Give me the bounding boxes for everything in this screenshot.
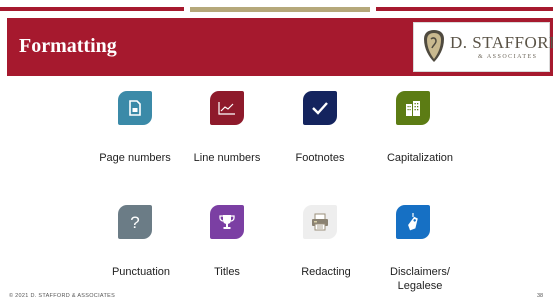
title-banner: Formatting D. STAFFORD & ASSOCIATES bbox=[7, 18, 553, 76]
page-numbers-tile[interactable] bbox=[118, 91, 152, 125]
accent-bar-middle bbox=[190, 7, 370, 12]
logo-name: D. STAFFORD bbox=[450, 33, 553, 52]
company-logo: D. STAFFORD & ASSOCIATES bbox=[413, 22, 553, 72]
page-numbers-label: Page numbers bbox=[99, 152, 171, 164]
accent-bar-right bbox=[376, 7, 553, 11]
capitalization-label: Capitalization bbox=[386, 152, 454, 164]
buildings-icon bbox=[406, 101, 420, 116]
trophy-icon bbox=[219, 215, 235, 229]
footnotes-tile[interactable] bbox=[303, 91, 337, 125]
checkmark-icon bbox=[312, 102, 328, 115]
capitalization-tile[interactable] bbox=[396, 91, 430, 125]
line-chart-icon bbox=[218, 102, 235, 115]
footer-copyright: © 2021 D. STAFFORD & ASSOCIATES bbox=[9, 293, 116, 299]
top-accent-bars bbox=[0, 7, 553, 15]
shield-icon bbox=[424, 30, 444, 62]
footer-page-number: 38 bbox=[537, 293, 544, 299]
footnotes-label: Footnotes bbox=[295, 152, 345, 164]
printer-icon bbox=[312, 213, 328, 231]
punctuation-tile[interactable]: ? bbox=[118, 205, 152, 239]
line-numbers-tile[interactable] bbox=[210, 91, 244, 125]
redacting-tile[interactable] bbox=[303, 205, 337, 239]
tag-icon bbox=[408, 213, 418, 231]
accent-bar-left bbox=[0, 7, 184, 11]
question-mark-icon: ? bbox=[130, 213, 139, 231]
line-numbers-label: Line numbers bbox=[193, 152, 261, 164]
svg-text:?: ? bbox=[130, 213, 139, 231]
logo-subtitle: & ASSOCIATES bbox=[478, 54, 538, 60]
disclaimers-label: Disclaimers/ Legalese bbox=[390, 266, 450, 292]
titles-label: Titles bbox=[214, 266, 240, 278]
document-icon bbox=[129, 100, 141, 116]
titles-tile[interactable] bbox=[210, 205, 244, 239]
disclaimers-tile[interactable] bbox=[396, 205, 430, 239]
redacting-label: Redacting bbox=[301, 266, 351, 278]
page-title: Formatting bbox=[19, 35, 117, 57]
punctuation-label: Punctuation bbox=[111, 266, 171, 278]
